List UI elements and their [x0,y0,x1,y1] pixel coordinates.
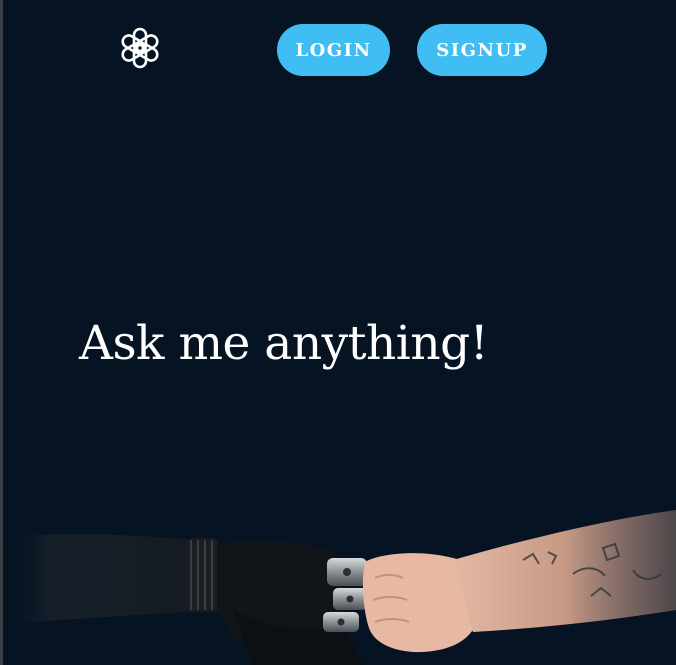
robot-human-fist-bump-image [3,510,676,665]
openai-logo-icon[interactable] [115,24,165,72]
landing-page: LOGIN SIGNUP Ask me anything! [3,0,676,665]
login-button[interactable]: LOGIN [277,24,390,76]
hero-headline: Ask me anything! [79,316,489,371]
signup-button[interactable]: SIGNUP [417,24,547,76]
